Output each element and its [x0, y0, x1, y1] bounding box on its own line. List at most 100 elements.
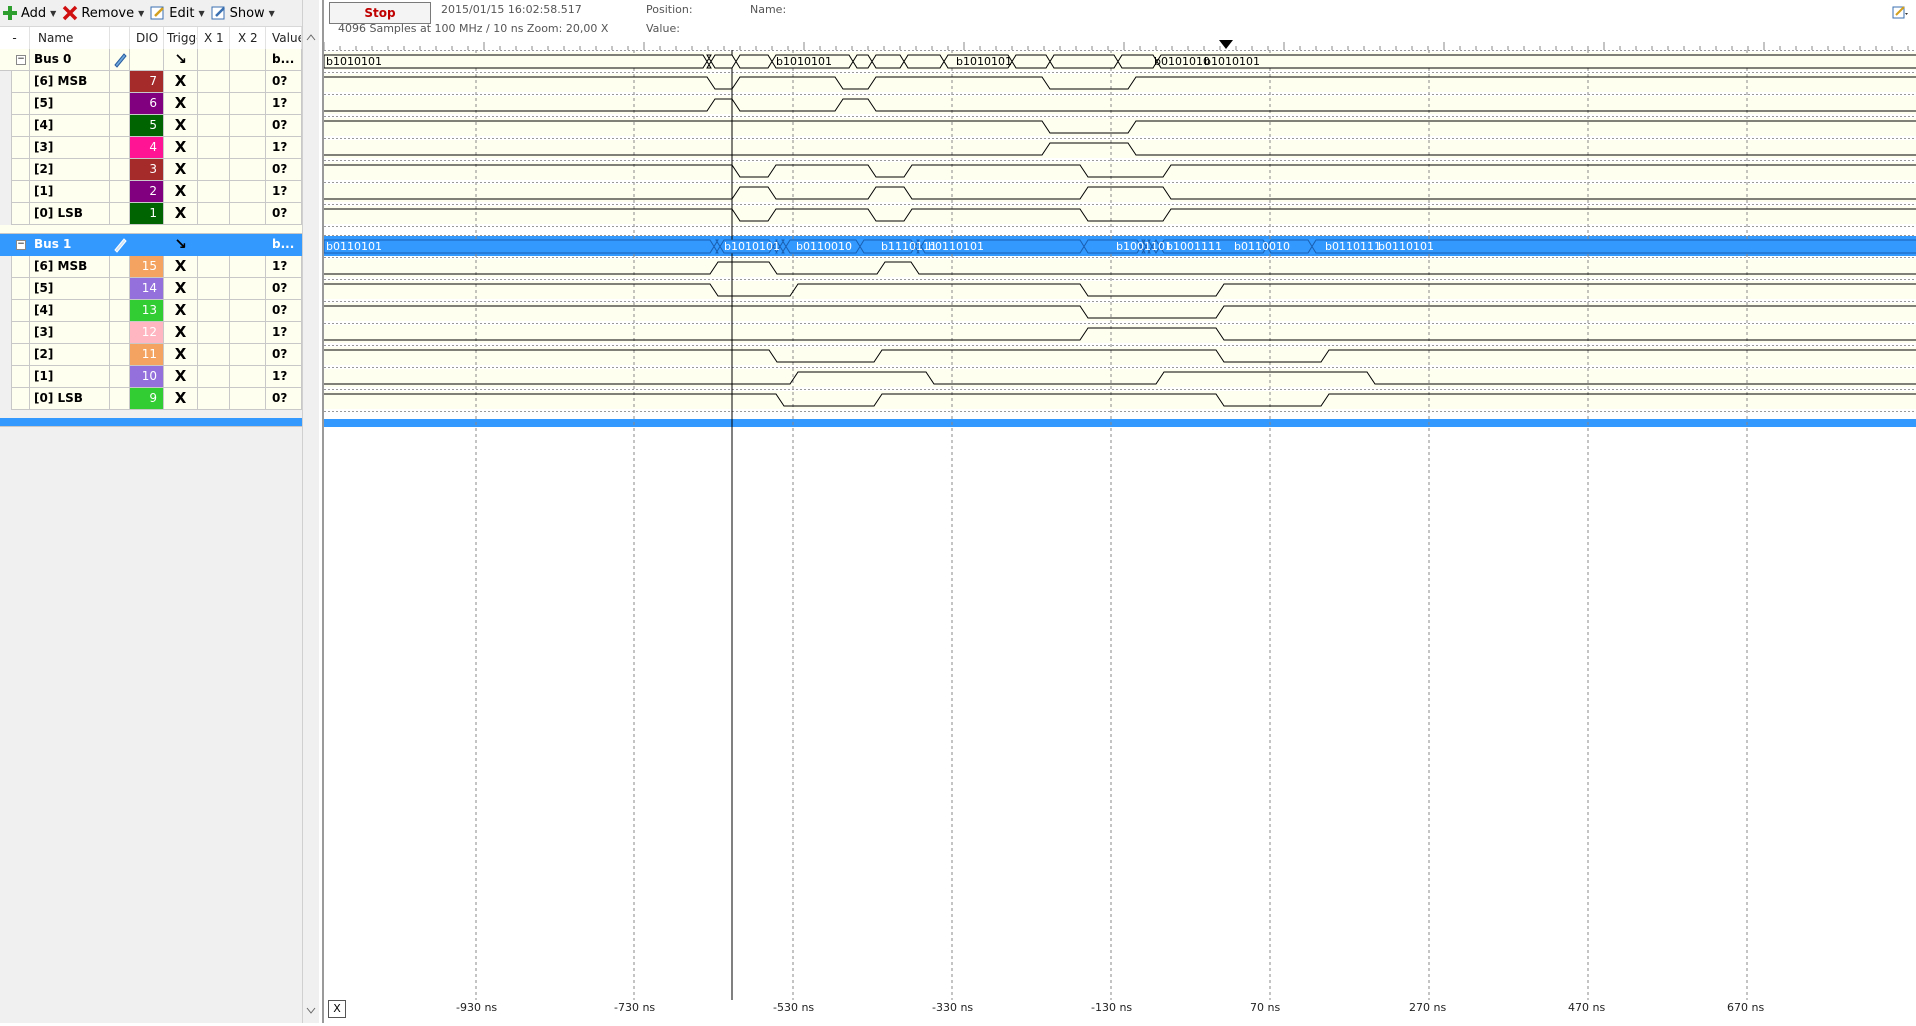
bus-row-bus1[interactable]: − Bus 1 ↘ b...	[0, 234, 302, 256]
channel-row[interactable]: [6] MSB 15 X 1?	[0, 256, 302, 278]
x1-cell	[198, 203, 230, 225]
col-value-header[interactable]: Value	[266, 27, 302, 49]
collapse-toggle[interactable]: −	[0, 234, 30, 256]
stop-button[interactable]: Stop	[329, 2, 431, 24]
channel-value: 0?	[266, 388, 302, 410]
time-tick-label: 670 ns	[1727, 1001, 1765, 1014]
trigger-cell[interactable]: X	[164, 71, 198, 93]
channel-value: 0?	[266, 278, 302, 300]
channel-dio[interactable]: 10	[130, 366, 164, 388]
trigger-falling-icon[interactable]: ↘	[164, 49, 198, 71]
channel-row[interactable]: [0] LSB 9 X 0?	[0, 388, 302, 410]
channel-dio[interactable]: 4	[130, 137, 164, 159]
bus-dio	[130, 234, 164, 256]
channel-value: 0?	[266, 300, 302, 322]
row-gutter	[0, 278, 12, 300]
col-x2-header[interactable]: X 2	[230, 27, 266, 49]
pen-cell	[110, 322, 130, 344]
channel-dio[interactable]: 5	[130, 115, 164, 137]
bus-segment-label: b1010101	[1204, 55, 1260, 68]
trigger-falling-icon[interactable]: ↘	[164, 234, 198, 256]
row-indent	[12, 300, 30, 322]
trigger-cell[interactable]: X	[164, 344, 198, 366]
channel-dio[interactable]: 12	[130, 322, 164, 344]
trigger-cell[interactable]: X	[164, 322, 198, 344]
vertical-scrollbar[interactable]	[302, 0, 319, 1023]
channel-dio[interactable]: 3	[130, 159, 164, 181]
channel-dio[interactable]: 1	[130, 203, 164, 225]
channel-row[interactable]: [5] 6 X 1?	[0, 93, 302, 115]
channel-value: 0?	[266, 115, 302, 137]
channel-row[interactable]: [1] 10 X 1?	[0, 366, 302, 388]
bus-segment-label: b0110101	[1378, 240, 1434, 253]
pen-cell	[110, 300, 130, 322]
trigger-cell[interactable]: X	[164, 115, 198, 137]
channel-row[interactable]: [3] 4 X 1?	[0, 137, 302, 159]
channel-row[interactable]: [6] MSB 7 X 0?	[0, 71, 302, 93]
remove-button[interactable]: Remove ▼	[60, 2, 148, 24]
x1-cell	[198, 93, 230, 115]
channel-dio[interactable]: 9	[130, 388, 164, 410]
channel-row[interactable]: [4] 5 X 0?	[0, 115, 302, 137]
channel-row[interactable]: [0] LSB 1 X 0?	[0, 203, 302, 225]
x2-cell	[230, 137, 266, 159]
collapse-toggle[interactable]: −	[0, 49, 30, 71]
channel-row[interactable]: [5] 14 X 0?	[0, 278, 302, 300]
channel-dio[interactable]: 14	[130, 278, 164, 300]
edit-button[interactable]: Edit ▼	[148, 2, 208, 24]
trigger-cell[interactable]: X	[164, 388, 198, 410]
channel-dio[interactable]: 7	[130, 71, 164, 93]
channel-dio[interactable]: 11	[130, 344, 164, 366]
trigger-cell[interactable]: X	[164, 137, 198, 159]
trigger-cell[interactable]: X	[164, 278, 198, 300]
channel-row[interactable]: [4] 13 X 0?	[0, 300, 302, 322]
channel-row[interactable]: [2] 11 X 0?	[0, 344, 302, 366]
trigger-cell[interactable]: X	[164, 181, 198, 203]
trigger-cell[interactable]: X	[164, 203, 198, 225]
position-label: Position:	[646, 3, 693, 16]
channel-row[interactable]: [3] 12 X 1?	[0, 322, 302, 344]
collapse-icon: −	[16, 54, 26, 65]
channel-row[interactable]: [1] 2 X 1?	[0, 181, 302, 203]
add-button[interactable]: Add ▼	[0, 2, 60, 24]
col-name-header[interactable]: Name	[30, 27, 110, 49]
channel-dio[interactable]: 13	[130, 300, 164, 322]
show-button[interactable]: Show ▼	[209, 2, 279, 24]
row-gutter	[0, 93, 12, 115]
x2-cell	[230, 49, 266, 71]
row-gutter	[0, 181, 12, 203]
channel-row[interactable]: [2] 3 X 0?	[0, 159, 302, 181]
col-trigger-header[interactable]: Trigge	[164, 27, 198, 49]
col-dio-header[interactable]: DIO	[130, 27, 164, 49]
bus-segment-label: b1010101	[326, 55, 382, 68]
col-expand-header[interactable]: -	[0, 27, 30, 49]
trigger-cell[interactable]: X	[164, 93, 198, 115]
channel-dio[interactable]: 2	[130, 181, 164, 203]
plus-icon	[2, 5, 18, 21]
close-cursor-button[interactable]: X	[328, 1000, 346, 1018]
trigger-cell[interactable]: X	[164, 159, 198, 181]
waveform-header: Stop 2015/01/15 16:02:58.517 4096 Sample…	[324, 0, 1916, 40]
col-x1-header[interactable]: X 1	[198, 27, 230, 49]
trigger-cell[interactable]: X	[164, 366, 198, 388]
pencil-icon[interactable]	[110, 49, 130, 71]
chevron-down-icon: ▼	[198, 8, 205, 18]
trigger-cell[interactable]: X	[164, 300, 198, 322]
x2-cell	[230, 159, 266, 181]
pencil-icon[interactable]	[110, 234, 130, 256]
channel-dio[interactable]: 6	[130, 93, 164, 115]
channel-name: [5]	[30, 278, 110, 300]
trigger-cell[interactable]: X	[164, 256, 198, 278]
channel-value: 1?	[266, 322, 302, 344]
time-tick-label: -330 ns	[932, 1001, 974, 1014]
settings-menu-icon[interactable]	[1892, 4, 1910, 20]
channel-dio[interactable]: 15	[130, 256, 164, 278]
waveform-area[interactable]: b1010101 b1010101 b1010101 b0101010b1010101…	[324, 50, 1916, 1000]
bus-segment-label: b0110010	[1234, 240, 1290, 253]
pen-cell	[110, 181, 130, 203]
time-tick-label: -130 ns	[1091, 1001, 1133, 1014]
row-indent	[12, 388, 30, 410]
bus-row-bus0[interactable]: − Bus 0 ↘ b...	[0, 49, 302, 71]
row-gutter	[0, 366, 12, 388]
time-ruler[interactable]	[324, 40, 1916, 50]
